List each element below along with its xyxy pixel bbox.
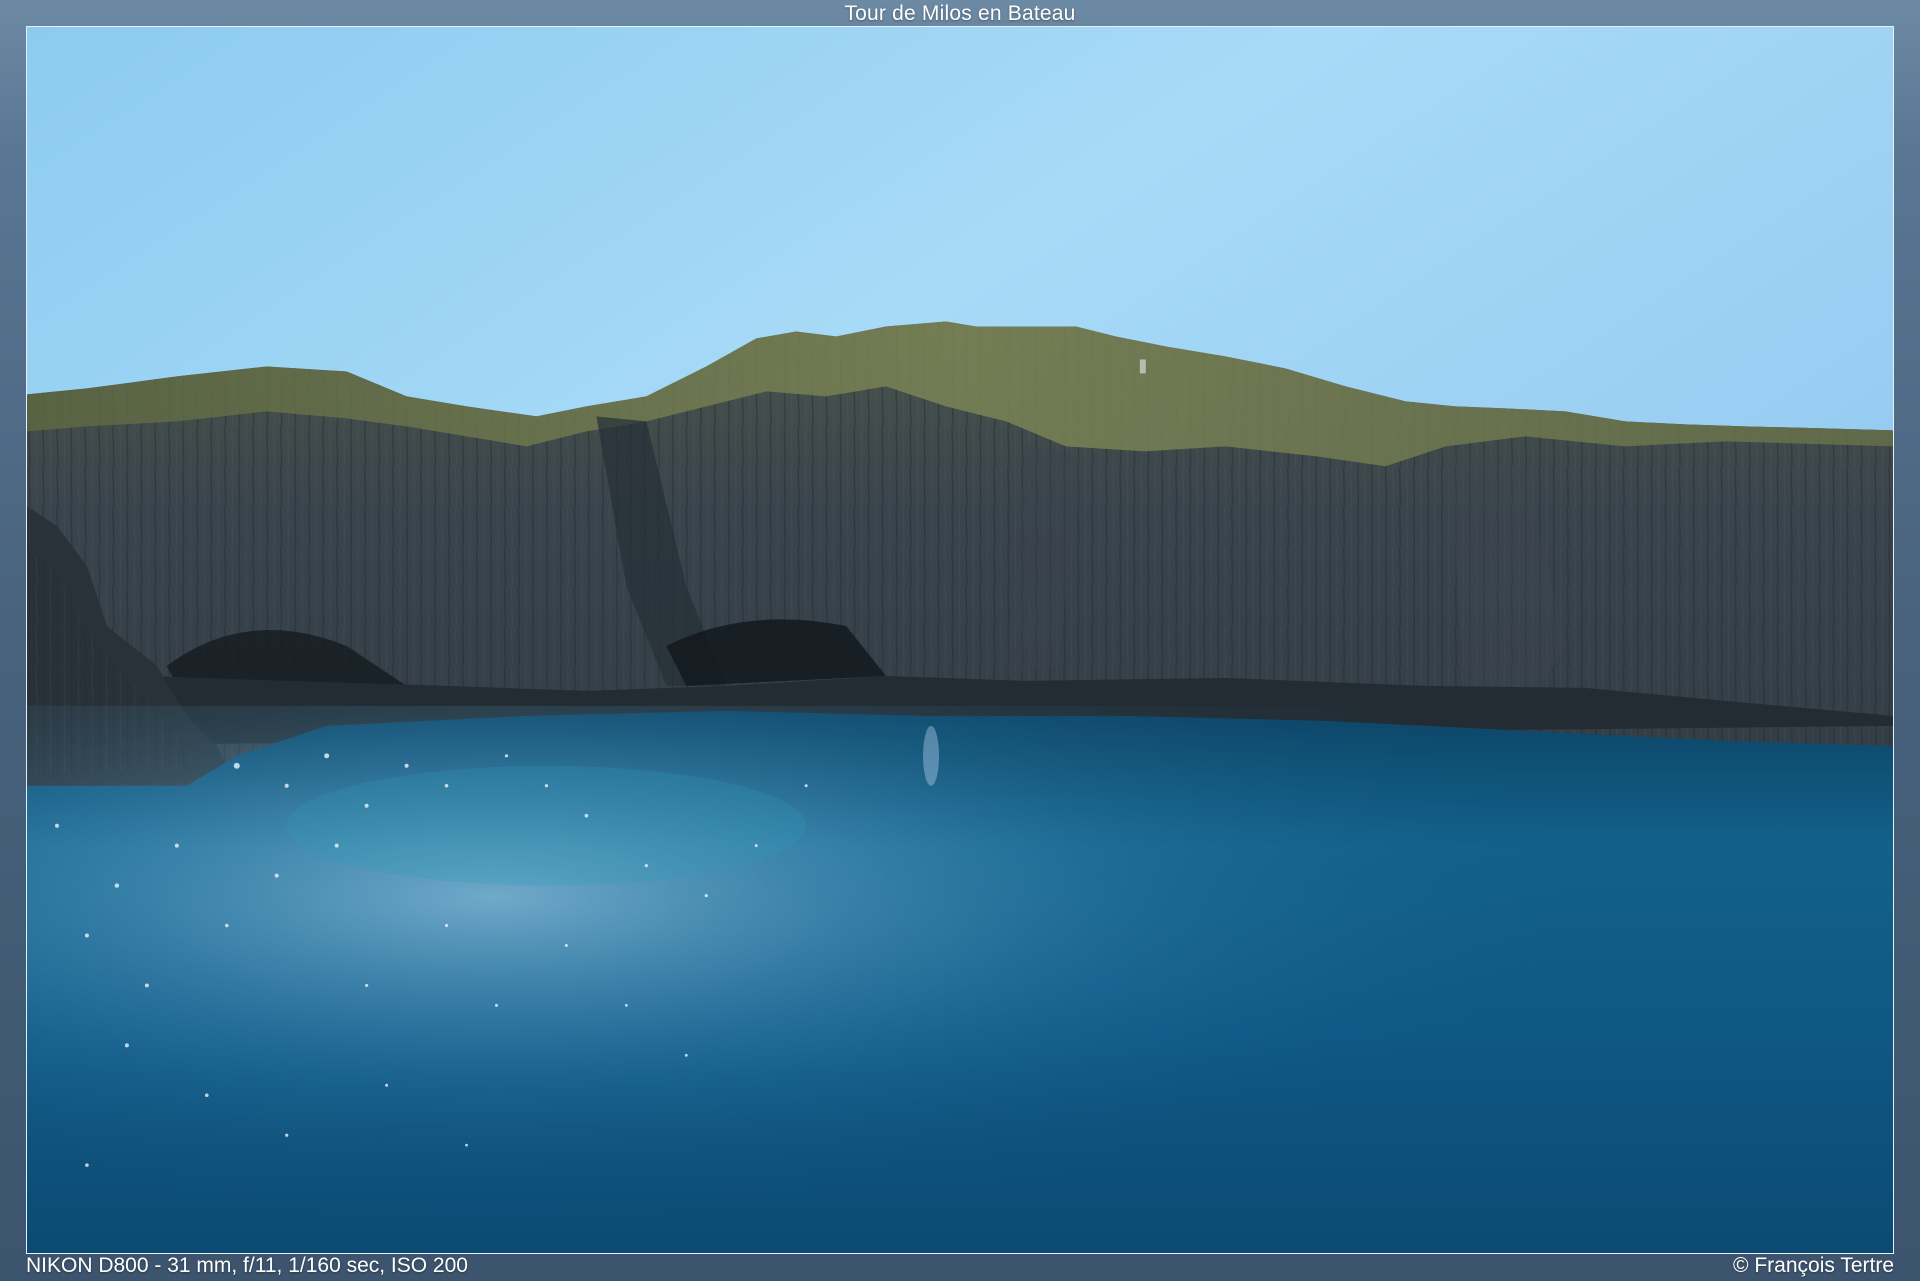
photo-canvas [27, 27, 1893, 1253]
photo-viewer: Tour de Milos en Bateau NIKON D800 - 31 … [0, 0, 1920, 1281]
sun-glare [27, 705, 1893, 1253]
landscape-photo [26, 26, 1894, 1254]
photo-title: Tour de Milos en Bateau [844, 2, 1076, 25]
copyright-caption: © François Tertre [1733, 1254, 1894, 1277]
ridge-marker [1139, 359, 1146, 374]
exif-caption: NIKON D800 - 31 mm, f/11, 1/160 sec, ISO… [26, 1254, 468, 1277]
lens-flare [923, 725, 940, 786]
shallow-water [286, 765, 807, 886]
